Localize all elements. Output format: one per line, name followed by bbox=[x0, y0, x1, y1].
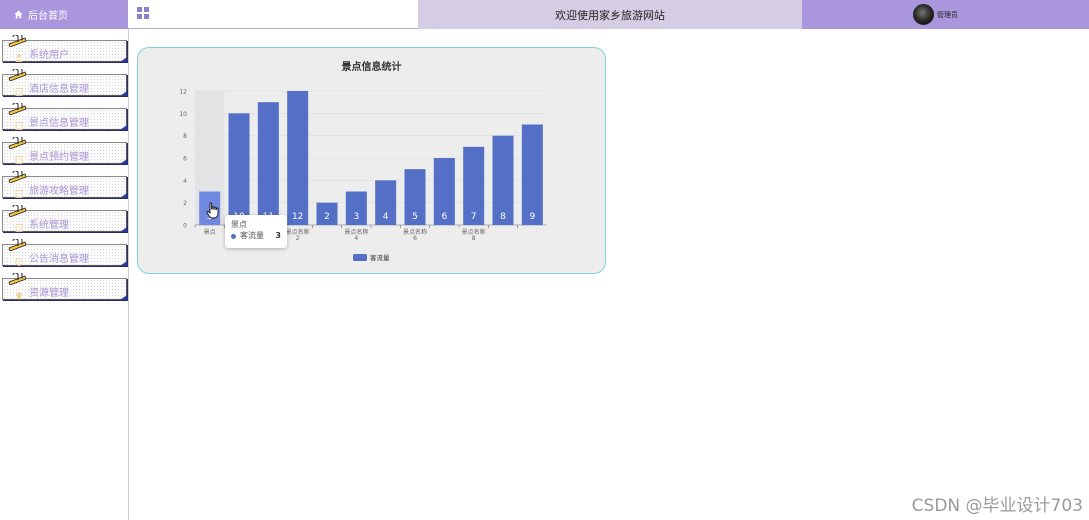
sidebar-item-label: 系统用户 bbox=[29, 50, 69, 61]
bar-chart[interactable]: 024681012310111223456789景点景点名称2景点名称4景点名称… bbox=[138, 48, 607, 275]
y-tick-label: 0 bbox=[183, 223, 187, 230]
sidebar-item-label: 景点信息管理 bbox=[29, 118, 89, 129]
chart-tooltip: 景点 客流量 3 bbox=[225, 215, 287, 248]
page-corner-icon bbox=[120, 159, 127, 164]
doc-icon bbox=[15, 115, 23, 130]
top-bar: 后台首页 欢迎使用家乡旅游网站 管理员 bbox=[0, 0, 1089, 29]
page-corner-icon bbox=[120, 261, 127, 266]
page-corner-icon bbox=[120, 57, 127, 62]
sidebar-item-5[interactable]: 旅游攻略管理 bbox=[2, 169, 127, 198]
user-icon bbox=[15, 47, 23, 62]
home-tab[interactable]: 后台首页 bbox=[0, 0, 128, 29]
tooltip-series-dot-icon bbox=[231, 233, 236, 239]
hand-cursor-icon bbox=[206, 202, 219, 219]
tooltip-row: 客流量 3 bbox=[231, 230, 281, 242]
bar bbox=[287, 91, 309, 225]
user-panel[interactable]: 管理员 bbox=[802, 0, 1089, 29]
binder-clip-icon bbox=[7, 32, 27, 48]
bar-data-label: 3 bbox=[353, 212, 359, 222]
sidebar-item-7[interactable]: 公告消息管理 bbox=[2, 237, 127, 266]
sidebar: 系统用户酒店信息管理 景点信息管理 景点预约管理 旅游攻略管理 系统管理公告消息管理 资源… bbox=[0, 29, 129, 520]
bar bbox=[521, 124, 543, 225]
binder-clip-icon bbox=[7, 66, 27, 82]
x-tick-label: 景点名称 2 bbox=[286, 228, 310, 242]
info-icon bbox=[15, 251, 23, 266]
bar-data-label: 9 bbox=[529, 212, 535, 222]
sidebar-item-8[interactable]: 资源管理 bbox=[2, 271, 127, 300]
sidebar-item-6[interactable]: 系统管理 bbox=[2, 203, 127, 232]
x-tick-label: 景点名称 8 bbox=[462, 228, 486, 242]
bar-data-label: 8 bbox=[500, 212, 506, 222]
chart-card: 景点信息统计 024681012310111223456789景点景点名称2景点… bbox=[137, 47, 606, 274]
sidebar-item-label: 酒店信息管理 bbox=[29, 84, 89, 95]
page-corner-icon bbox=[120, 125, 127, 130]
welcome-text: 欢迎使用家乡旅游网站 bbox=[555, 8, 665, 22]
watermark: CSDN @毕业设计703 bbox=[911, 496, 1083, 516]
bar-data-label: 6 bbox=[441, 212, 447, 222]
user-name: 管理员 bbox=[937, 10, 958, 19]
binder-clip-icon bbox=[7, 236, 27, 252]
y-tick-label: 12 bbox=[179, 89, 187, 96]
sidebar-item-3[interactable]: 景点信息管理 bbox=[2, 101, 127, 130]
bar-data-label: 12 bbox=[292, 212, 303, 222]
legend-swatch bbox=[353, 254, 367, 261]
bar-data-label: 7 bbox=[471, 212, 477, 222]
sidebar-item-4[interactable]: 景点预约管理 bbox=[2, 135, 127, 164]
sidebar-item-label: 旅游攻略管理 bbox=[29, 186, 89, 197]
tooltip-value: 3 bbox=[275, 231, 281, 240]
avatar[interactable] bbox=[913, 4, 934, 25]
x-tick-label: 景点名称 4 bbox=[344, 228, 368, 242]
sidebar-item-label: 资源管理 bbox=[29, 288, 69, 299]
x-tick-label: 景点名称 6 bbox=[403, 228, 427, 242]
sidebar-item-label: 公告消息管理 bbox=[29, 254, 89, 265]
page-corner-icon bbox=[120, 227, 127, 232]
y-tick-label: 10 bbox=[179, 111, 187, 118]
home-icon bbox=[14, 10, 23, 19]
sidebar-item-label: 景点预约管理 bbox=[29, 152, 89, 163]
bar-data-label: 5 bbox=[412, 212, 418, 222]
bulb-icon bbox=[15, 285, 23, 300]
bar-data-label: 2 bbox=[324, 212, 330, 222]
binder-clip-icon bbox=[7, 168, 27, 184]
y-tick-label: 8 bbox=[183, 133, 187, 140]
y-tick-label: 6 bbox=[183, 156, 187, 163]
menu-grid-icon[interactable] bbox=[137, 7, 149, 19]
bar bbox=[228, 113, 250, 225]
doc-icon bbox=[15, 81, 23, 96]
page-corner-icon bbox=[120, 193, 127, 198]
y-tick-label: 4 bbox=[183, 178, 187, 185]
y-tick-label: 2 bbox=[183, 200, 187, 207]
x-tick-label: 景点 bbox=[204, 228, 216, 236]
bar bbox=[257, 102, 279, 225]
doc-icon bbox=[15, 183, 23, 198]
doc-icon bbox=[15, 149, 23, 164]
legend-label: 客流量 bbox=[370, 253, 390, 262]
sidebar-item-1[interactable]: 系统用户 bbox=[2, 33, 127, 62]
welcome-banner: 欢迎使用家乡旅游网站 bbox=[418, 0, 802, 29]
sidebar-item-label: 系统管理 bbox=[29, 220, 69, 231]
tooltip-series-name: 客流量 bbox=[240, 231, 264, 240]
page-corner-icon bbox=[120, 91, 127, 96]
tooltip-title: 景点 bbox=[231, 220, 247, 229]
home-tab-label: 后台首页 bbox=[28, 11, 68, 22]
binder-clip-icon bbox=[7, 100, 27, 116]
binder-clip-icon bbox=[7, 202, 27, 218]
sidebar-item-2[interactable]: 酒店信息管理 bbox=[2, 67, 127, 96]
binder-clip-icon bbox=[7, 270, 27, 286]
doc-icon bbox=[15, 217, 23, 232]
binder-clip-icon bbox=[7, 134, 27, 150]
bar-data-label: 4 bbox=[383, 212, 389, 222]
page-corner-icon bbox=[120, 295, 127, 300]
